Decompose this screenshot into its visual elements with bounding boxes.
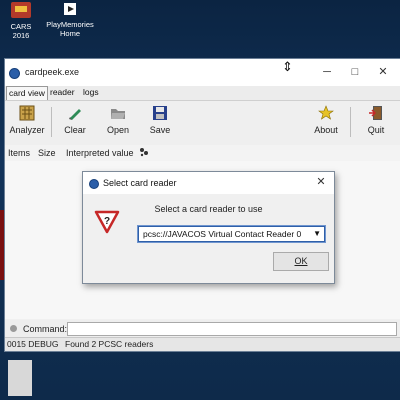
column-size[interactable]: Size [38,148,56,158]
quit-button[interactable]: Quit [361,105,391,135]
clear-button[interactable]: Clear [61,105,89,135]
quit-label: Quit [367,125,385,135]
save-button[interactable]: Save [145,105,175,135]
status-code: 0015 DEBUG [7,339,59,349]
analyzer-icon [9,105,45,123]
command-input[interactable] [67,322,397,336]
about-label: About [314,125,338,135]
window-titlebar[interactable]: cardpeek.exe ─ □ ✕ [5,59,400,86]
dialog-close-button[interactable]: ✕ [314,175,328,189]
clear-icon [61,105,89,123]
save-label: Save [149,125,171,135]
command-label: Command: [23,324,68,334]
command-row: Command: [5,320,400,338]
resize-cursor-icon: ⇕ [282,59,293,74]
view-tabs: card view reader logs [5,86,400,101]
open-button[interactable]: Open [103,105,133,135]
playmemories-icon [42,2,98,18]
ok-button[interactable]: OK [273,252,329,271]
question-warning-icon: ? [94,210,120,234]
dialog-message: Select a card reader to use [154,204,263,214]
card-reader-select[interactable]: pcsc://JAVACOS Virtual Contact Reader 0 … [138,226,325,242]
close-button[interactable]: ✕ [369,63,397,81]
dropdown-arrow-icon: ▼ [313,229,321,238]
folder-open-icon [103,105,133,123]
column-options-icon[interactable] [138,147,150,159]
column-interpreted-value[interactable]: Interpreted value [66,148,134,158]
open-label: Open [106,125,130,135]
desktop-icon-cars[interactable]: CARS 2016 [2,2,40,40]
dialog-titlebar[interactable]: Select card reader ✕ [83,172,334,194]
star-icon [311,105,341,123]
exit-door-icon [361,105,391,123]
command-status-icon [10,325,17,332]
window-title: cardpeek.exe [25,67,80,77]
clear-label: Clear [64,125,86,135]
desktop-icon-label: CARS 2016 [10,22,32,40]
tab-reader[interactable]: reader [48,86,77,99]
column-items[interactable]: Items [8,148,30,158]
desktop-icon-stub[interactable] [8,360,32,396]
toolbar-separator [350,107,351,137]
tab-card-view[interactable]: card view [6,86,48,100]
analyzer-label: Analyzer [9,125,45,135]
analyzer-button[interactable]: Analyzer [9,105,45,135]
maximize-button[interactable]: □ [341,63,369,81]
status-bar: 0015 DEBUG Found 2 PCSC readers [5,337,400,351]
desktop-icon-playmemories[interactable]: PlayMemories Home [42,2,98,38]
select-card-reader-dialog: Select card reader ✕ Select a card reade… [82,171,335,284]
tab-logs[interactable]: logs [81,86,101,99]
svg-text:?: ? [104,216,110,227]
status-message: Found 2 PCSC readers [65,339,154,349]
about-button[interactable]: About [311,105,341,135]
minimize-button[interactable]: ─ [313,63,341,81]
game-icon [2,2,40,20]
toolbar: Analyzer Clear Open Save About Quit [5,101,400,146]
app-icon [89,179,99,189]
dialog-title: Select card reader [103,178,177,188]
floppy-save-icon [145,105,175,123]
toolbar-separator [51,107,52,137]
tree-column-header: Items Size Interpreted value [5,145,400,161]
card-reader-selected-value: pcsc://JAVACOS Virtual Contact Reader 0 [143,229,302,239]
desktop-icon-label: PlayMemories Home [46,20,94,38]
app-icon [9,68,20,79]
